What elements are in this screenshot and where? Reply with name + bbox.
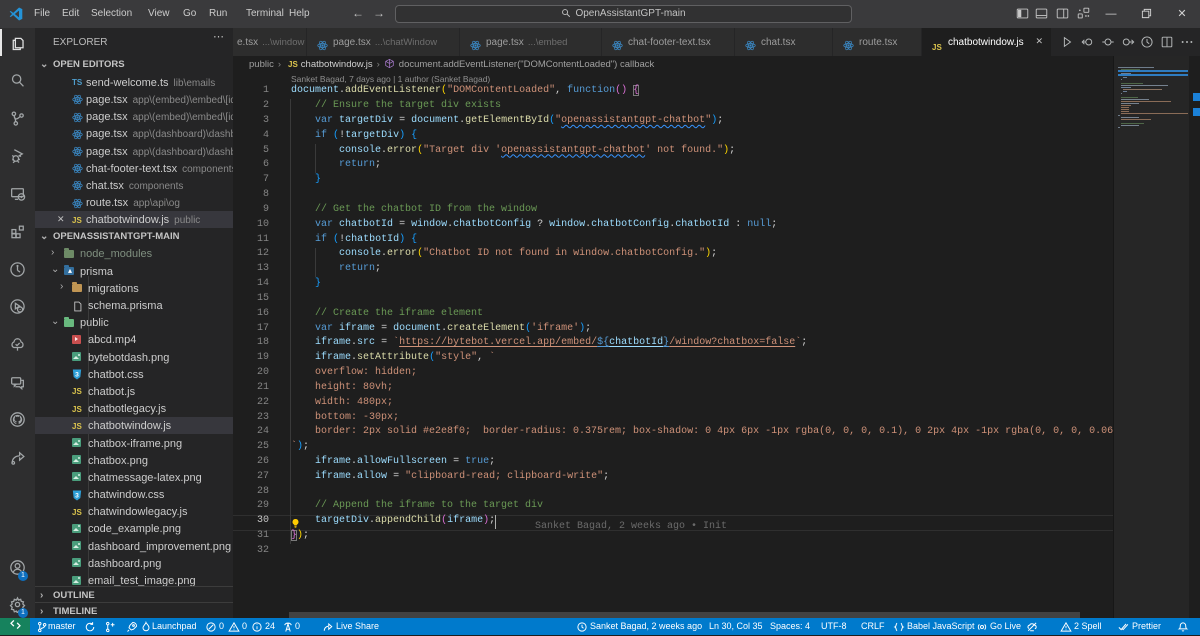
- svg-text:3: 3: [75, 492, 79, 499]
- svg-text:3: 3: [75, 372, 79, 379]
